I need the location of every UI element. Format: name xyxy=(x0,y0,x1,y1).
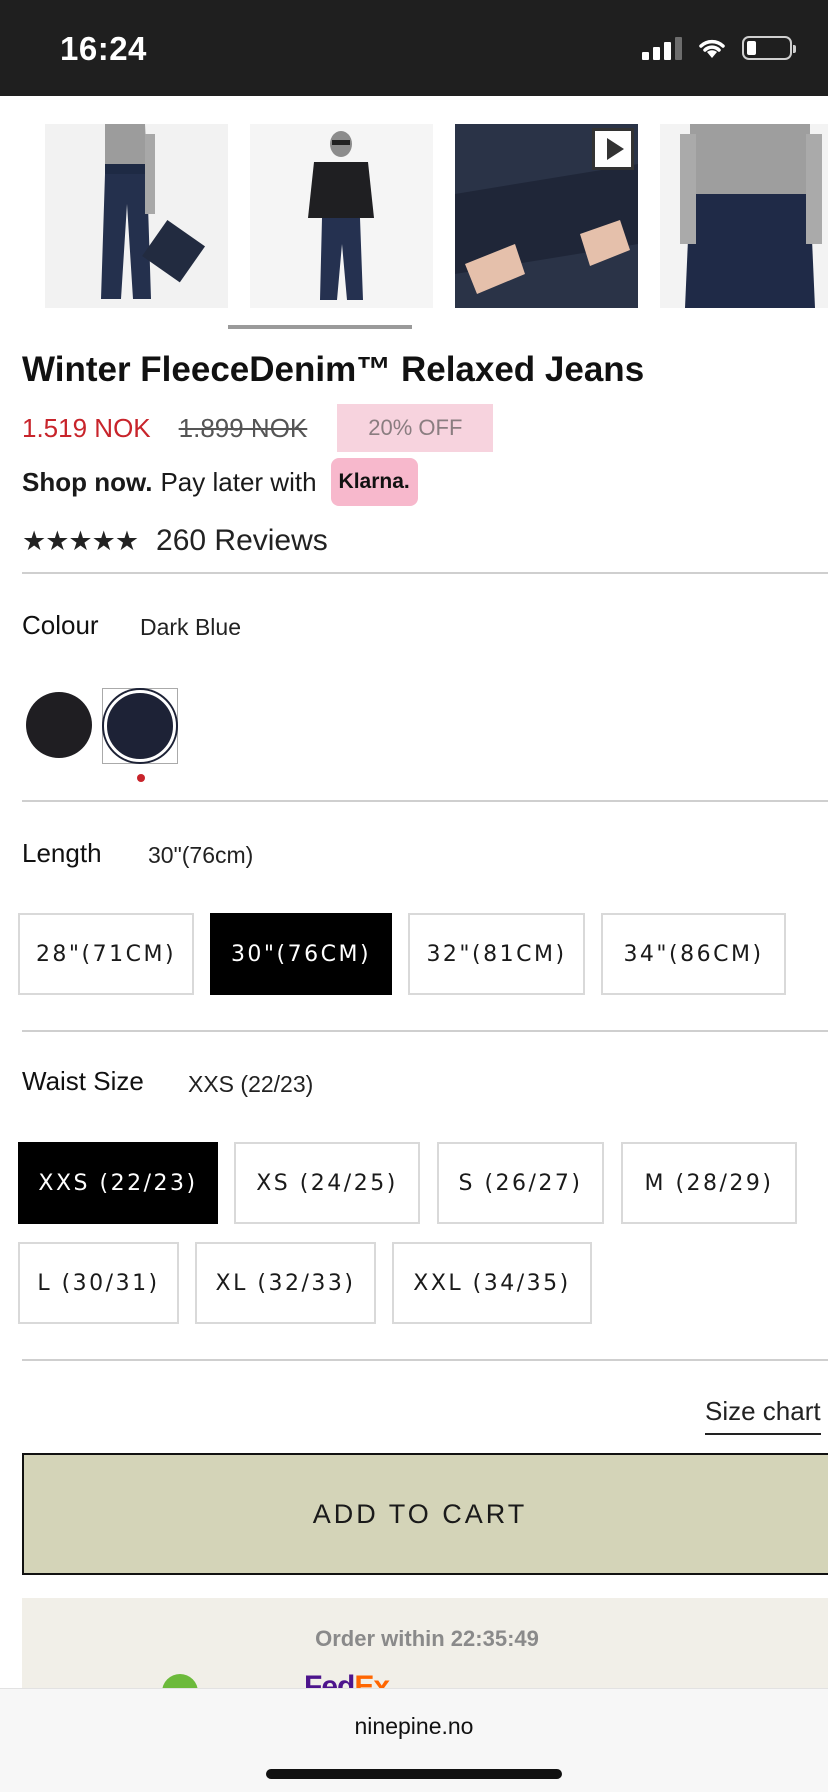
waist-option-l[interactable]: L (30/31) xyxy=(18,1242,179,1324)
waist-option-m[interactable]: M (28/29) xyxy=(621,1142,797,1224)
waist-option-xs[interactable]: XS (24/25) xyxy=(234,1142,420,1224)
rating-stars-icon: ★★★★★ xyxy=(22,525,139,556)
selected-swatch-indicator xyxy=(137,774,145,782)
product-title: Winter FleeceDenim™ Relaxed Jeans xyxy=(22,350,645,389)
url-bar[interactable]: ninepine.no xyxy=(0,1713,828,1740)
shop-now-text: Shop now. xyxy=(22,466,153,497)
gallery-thumb-2[interactable] xyxy=(250,124,433,308)
model-winter-outfit-image xyxy=(250,124,433,308)
reviews-count-link[interactable]: 260 Reviews xyxy=(156,524,328,558)
cellular-signal-icon xyxy=(642,36,682,60)
waist-size-label: Waist Size xyxy=(22,1066,144,1096)
length-label: Length xyxy=(22,838,102,868)
status-time: 16:24 xyxy=(60,30,147,67)
gallery-thumb-3[interactable] xyxy=(455,124,638,308)
browser-bar: ninepine.no xyxy=(0,1688,828,1792)
divider xyxy=(22,1030,828,1032)
price-row: 1.519 NOK 1.899 NOK 20% OFF xyxy=(22,404,494,452)
jeans-front-image xyxy=(45,124,228,308)
reviews-row[interactable]: ★★★★★ 260 Reviews xyxy=(22,524,328,558)
length-option-34[interactable]: 34"(86CM) xyxy=(601,913,786,995)
gallery-thumb-4[interactable] xyxy=(660,124,828,308)
original-price: 1.899 NOK xyxy=(178,412,308,443)
colour-label: Colour xyxy=(22,610,99,640)
swatch-black[interactable] xyxy=(26,692,92,758)
battery-icon xyxy=(742,36,796,60)
divider xyxy=(22,800,828,802)
play-video-icon[interactable] xyxy=(592,128,634,170)
colour-value: Dark Blue xyxy=(140,614,241,640)
length-option-32[interactable]: 32"(81CM) xyxy=(408,913,585,995)
add-to-cart-button[interactable]: ADD TO CART xyxy=(22,1453,828,1575)
divider xyxy=(22,572,828,574)
status-icons xyxy=(642,36,796,60)
pay-later-text: Pay later with xyxy=(160,466,317,497)
size-chart-link[interactable]: Size chart xyxy=(705,1396,821,1435)
divider xyxy=(22,1359,828,1361)
waist-option-xxl[interactable]: XXL (34/35) xyxy=(392,1242,592,1324)
jeans-waist-detail-image xyxy=(660,124,828,308)
sale-price: 1.519 NOK xyxy=(22,412,151,443)
order-countdown: Order within 22:35:49 xyxy=(315,1626,539,1651)
discount-badge: 20% OFF xyxy=(337,404,494,452)
waist-option-xl[interactable]: XL (32/33) xyxy=(195,1242,376,1324)
swatch-dark-blue[interactable] xyxy=(104,690,176,762)
wifi-icon xyxy=(699,39,725,58)
status-bar: 16:24 xyxy=(0,0,828,96)
length-option-28[interactable]: 28"(71CM) xyxy=(18,913,194,995)
klarna-row: Shop now. Pay later with Klarna. xyxy=(22,458,418,506)
waist-option-s[interactable]: S (26/27) xyxy=(437,1142,604,1224)
waist-size-value: XXS (22/23) xyxy=(188,1071,314,1097)
length-value: 30"(76cm) xyxy=(148,842,254,868)
product-gallery xyxy=(45,124,828,308)
klarna-logo[interactable]: Klarna. xyxy=(330,458,418,506)
length-option-30[interactable]: 30"(76CM) xyxy=(210,913,392,995)
delivery-info: Order within 22:35:49 FedEx xyxy=(22,1598,828,1710)
gallery-thumb-1[interactable] xyxy=(45,124,228,308)
home-indicator[interactable] xyxy=(266,1769,562,1779)
gallery-active-indicator xyxy=(228,325,412,329)
waist-option-xxs[interactable]: XXS (22/23) xyxy=(18,1142,218,1224)
